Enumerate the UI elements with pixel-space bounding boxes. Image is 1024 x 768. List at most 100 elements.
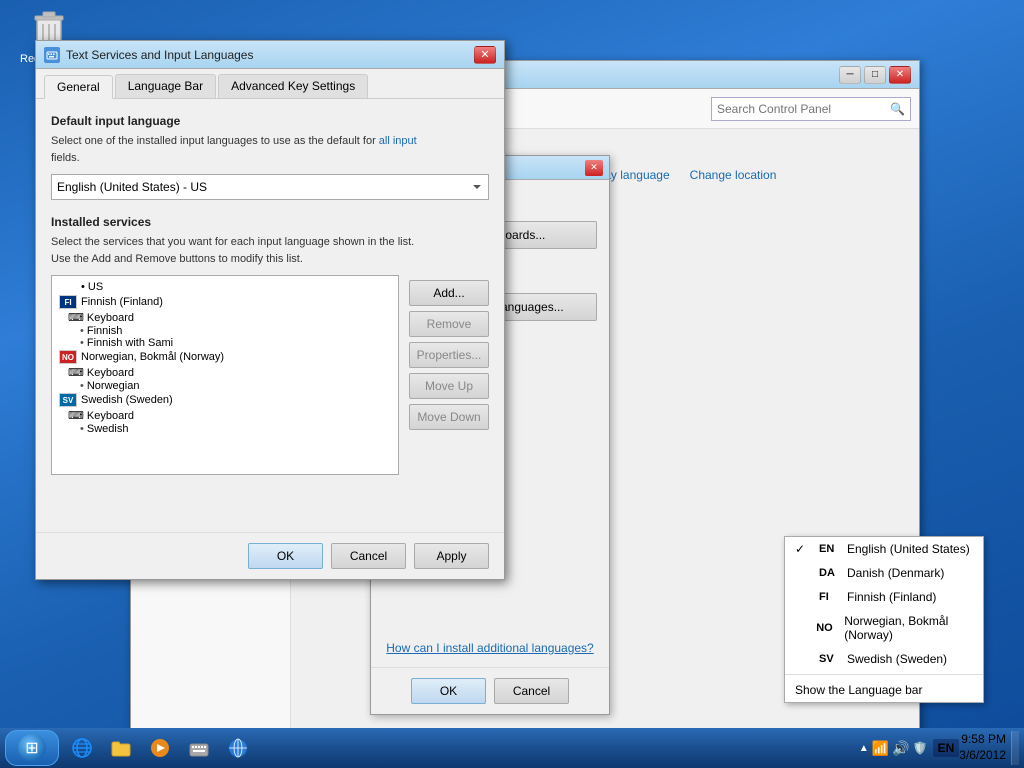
tab-general-content: Default input language Select one of the… <box>36 99 504 532</box>
remove-button[interactable]: Remove <box>409 311 489 337</box>
service-sv-keyboard: ⌨ Keyboard <box>56 408 394 423</box>
default-language-dropdown[interactable]: English (United States) - US <box>51 174 489 200</box>
installed-services-label: Installed services <box>51 215 489 229</box>
installed-services-desc: Select the services that you want for ea… <box>51 234 489 267</box>
lang-code-no: NO <box>816 622 836 634</box>
change-location-link[interactable]: Change location <box>690 168 777 182</box>
lang-popup-show-bar[interactable]: Show the Language bar <box>785 678 983 702</box>
service-no-keyboard: ⌨ Keyboard <box>56 365 394 380</box>
taskbar-media-icon[interactable] <box>142 731 178 765</box>
lang-popup-sv[interactable]: SV Swedish (Sweden) <box>785 647 983 671</box>
taskbar-time-value: 9:58 PM <box>959 732 1006 748</box>
no-flag: NO <box>59 350 77 364</box>
language-popup-menu: EN English (United States) DA Danish (De… <box>784 536 984 703</box>
cp-search-box[interactable]: 🔍 <box>711 97 911 121</box>
lang-label-fi: Finnish (Finland) <box>847 590 936 604</box>
sv-swedish-label: Swedish <box>87 423 129 435</box>
sub-dialog-close-button[interactable]: ✕ <box>585 160 603 176</box>
apply-button[interactable]: Apply <box>414 543 489 569</box>
service-fi-keyboard: ⌨ Keyboard <box>56 310 394 325</box>
lang-label-no: Norwegian, Bokmål (Norway) <box>844 614 973 642</box>
taskbar-clock[interactable]: 9:58 PM 3/6/2012 <box>959 732 1011 763</box>
service-us-root: • US <box>56 280 394 294</box>
cp-search-input[interactable] <box>717 102 890 116</box>
service-sv-label: Swedish (Sweden) <box>81 394 173 406</box>
ok-button[interactable]: OK <box>248 543 323 569</box>
service-sv-swedish: •Swedish <box>56 423 394 435</box>
sub-ok-button[interactable]: OK <box>411 678 486 704</box>
globe-icon <box>227 737 249 759</box>
main-dialog-icon <box>44 47 60 63</box>
move-down-button[interactable]: Move Down <box>409 404 489 430</box>
search-icon[interactable]: 🔍 <box>890 102 905 116</box>
media-player-icon <box>149 737 171 759</box>
cp-close-button[interactable]: ✕ <box>889 66 911 84</box>
main-dialog-title: Text Services and Input Languages <box>66 48 474 62</box>
fi-sami-label: Finnish with Sami <box>87 337 173 349</box>
service-no-label: Norwegian, Bokmål (Norway) <box>81 351 224 363</box>
service-fi-label: Finnish (Finland) <box>81 296 163 308</box>
properties-button[interactable]: Properties... <box>409 342 489 368</box>
taskbar-items <box>64 731 854 765</box>
network-tray-icon[interactable]: 📶 <box>872 740 889 757</box>
lang-popup-divider <box>785 674 983 675</box>
lang-code-sv: SV <box>819 653 839 665</box>
services-container: • US FI Finnish (Finland) ⌨ Keyboard •Fi… <box>51 275 489 475</box>
services-buttons: Add... Remove Properties... Move Up Move… <box>409 275 489 475</box>
tab-general[interactable]: General <box>44 75 113 99</box>
taskbar: ⊞ <box>0 728 1024 768</box>
no-norwegian-label: Norwegian <box>87 380 140 392</box>
add-button[interactable]: Add... <box>409 280 489 306</box>
service-fi-sami: •Finnish with Sami <box>56 337 394 349</box>
sub-dialog-footer: OK Cancel <box>371 667 609 714</box>
main-dialog-footer: OK Cancel Apply <box>36 532 504 579</box>
cp-maximize-button[interactable]: □ <box>864 66 886 84</box>
tabs-container: General Language Bar Advanced Key Settin… <box>36 69 504 99</box>
service-fi-finnish: •Finnish <box>56 325 394 337</box>
move-up-button[interactable]: Move Up <box>409 373 489 399</box>
desktop: Recycle Bin Region and Language ─ □ ✕ ◀ … <box>0 0 1024 768</box>
service-us-label: • US <box>81 281 103 293</box>
main-dialog-titlebar: Text Services and Input Languages ✕ <box>36 41 504 69</box>
taskbar-globe-icon[interactable] <box>220 731 256 765</box>
ie-icon-svg <box>71 737 93 759</box>
services-list: • US FI Finnish (Finland) ⌨ Keyboard •Fi… <box>51 275 399 475</box>
service-no-root[interactable]: NO Norwegian, Bokmål (Norway) <box>56 349 394 365</box>
service-sv-root[interactable]: SV Swedish (Sweden) <box>56 392 394 408</box>
lang-popup-da[interactable]: DA Danish (Denmark) <box>785 561 983 585</box>
lang-label-da: Danish (Denmark) <box>847 566 944 580</box>
volume-tray-icon[interactable]: 🔊 <box>892 740 909 757</box>
start-button[interactable]: ⊞ <box>5 730 59 766</box>
lang-code-en: EN <box>819 543 839 555</box>
keyboard-icon <box>46 49 58 61</box>
show-desktop-button[interactable] <box>1011 731 1019 765</box>
tray-expand-icon[interactable]: ▲ <box>859 743 869 754</box>
fi-finnish-label: Finnish <box>87 325 122 337</box>
lang-popup-no[interactable]: NO Norwegian, Bokmål (Norway) <box>785 609 983 647</box>
cp-minimize-button[interactable]: ─ <box>839 66 861 84</box>
lang-label-en: English (United States) <box>847 542 970 556</box>
default-lang-section-label: Default input language <box>51 114 489 128</box>
lang-code-fi: FI <box>819 591 839 603</box>
start-orb: ⊞ <box>18 734 46 762</box>
windows-security-icon[interactable]: 🛡️ <box>913 741 928 755</box>
taskbar-explorer-icon[interactable] <box>103 731 139 765</box>
taskbar-keyboard-icon[interactable] <box>181 731 217 765</box>
fi-flag: FI <box>59 295 77 309</box>
install-languages-link[interactable]: How can I install additional languages? <box>383 641 597 655</box>
tab-language-bar[interactable]: Language Bar <box>115 74 216 98</box>
lang-popup-fi[interactable]: FI Finnish (Finland) <box>785 585 983 609</box>
lang-popup-en[interactable]: EN English (United States) <box>785 537 983 561</box>
sv-flag: SV <box>59 393 77 407</box>
default-lang-desc: Select one of the installed input langua… <box>51 133 489 166</box>
lang-code-da: DA <box>819 567 839 579</box>
taskbar-lang-indicator[interactable]: EN <box>933 739 960 757</box>
installed-services-section: Installed services Select the services t… <box>51 215 489 267</box>
service-fi-root[interactable]: FI Finnish (Finland) <box>56 294 394 310</box>
tab-advanced-key-settings[interactable]: Advanced Key Settings <box>218 74 368 98</box>
main-dialog-close-button[interactable]: ✕ <box>474 46 496 64</box>
taskbar-tray: ▲ 📶 🔊 🛡️ <box>854 740 933 757</box>
cancel-button[interactable]: Cancel <box>331 543 406 569</box>
sub-cancel-button[interactable]: Cancel <box>494 678 569 704</box>
taskbar-ie-icon[interactable] <box>64 731 100 765</box>
